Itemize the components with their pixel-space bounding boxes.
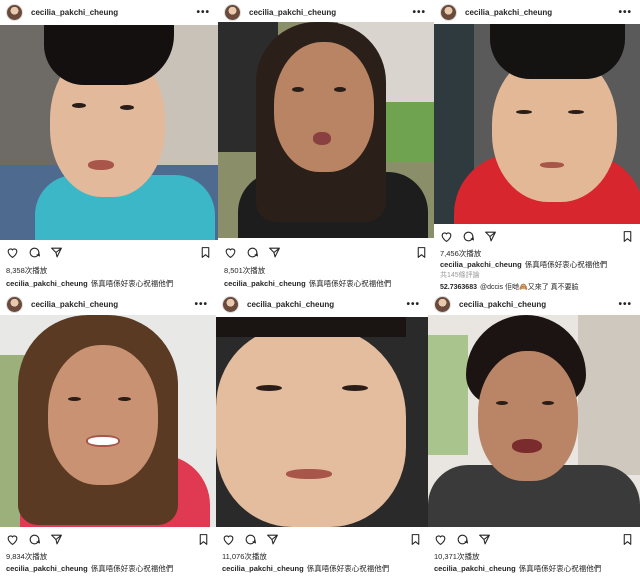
- bookmark-icon[interactable]: [621, 230, 634, 243]
- post-grid: cecilia_pakchi_cheung ••• 8,358次播放 cecil…: [0, 0, 640, 581]
- avatar[interactable]: [440, 3, 457, 21]
- view-count: 8,501次播放: [224, 266, 266, 275]
- more-options-icon[interactable]: •••: [196, 7, 210, 18]
- post-username[interactable]: cecilia_pakchi_cheung: [31, 8, 118, 17]
- caption-username[interactable]: cecilia_pakchi_cheung: [434, 564, 516, 573]
- comment-icon[interactable]: [28, 533, 41, 546]
- post-header: cecilia_pakchi_cheung •••: [0, 0, 218, 24]
- action-bar: [0, 244, 218, 260]
- view-count: 9,834次播放: [6, 552, 48, 561]
- view-all-comments-link[interactable]: 共145條評論: [440, 270, 480, 280]
- action-bar: [434, 228, 640, 244]
- post-card: cecilia_pakchi_cheung ••• 11,076次播放 ceci…: [216, 292, 428, 581]
- post-photo[interactable]: [428, 315, 640, 527]
- share-icon[interactable]: [266, 533, 279, 546]
- caption-text: 係真唔係好衷心祝福他們: [308, 279, 392, 288]
- caption-username[interactable]: cecilia_pakchi_cheung: [440, 260, 522, 269]
- post-caption: cecilia_pakchi_cheung 係真唔係好衷心祝福他們: [6, 278, 212, 289]
- caption-username[interactable]: cecilia_pakchi_cheung: [224, 279, 306, 288]
- view-count: 10,371次播放: [434, 552, 480, 561]
- post-card: cecilia_pakchi_cheung ••• 8,501次播放 cecil…: [218, 0, 434, 290]
- more-options-icon[interactable]: •••: [406, 299, 420, 310]
- post-photo[interactable]: [216, 317, 428, 527]
- heart-icon[interactable]: [434, 533, 447, 546]
- action-bar: [428, 531, 640, 547]
- post-username[interactable]: cecilia_pakchi_cheung: [465, 8, 552, 17]
- comment-icon[interactable]: [28, 246, 41, 259]
- bookmark-icon[interactable]: [415, 246, 428, 259]
- avatar[interactable]: [6, 295, 23, 313]
- post-card: cecilia_pakchi_cheung ••• 10,371次播放 ceci…: [428, 292, 640, 581]
- caption-username[interactable]: cecilia_pakchi_cheung: [222, 564, 304, 573]
- post-header: cecilia_pakchi_cheung •••: [216, 292, 428, 316]
- caption-username[interactable]: cecilia_pakchi_cheung: [6, 279, 88, 288]
- post-header: cecilia_pakchi_cheung •••: [434, 0, 640, 24]
- heart-icon[interactable]: [6, 533, 19, 546]
- heart-icon[interactable]: [224, 246, 237, 259]
- post-photo[interactable]: [0, 25, 218, 240]
- bookmark-icon[interactable]: [199, 246, 212, 259]
- comment-icon[interactable]: [456, 533, 469, 546]
- share-icon[interactable]: [50, 533, 63, 546]
- heart-icon[interactable]: [440, 230, 453, 243]
- share-icon[interactable]: [268, 246, 281, 259]
- view-count: 11,076次播放: [222, 552, 267, 561]
- more-options-icon[interactable]: •••: [618, 299, 632, 310]
- more-options-icon[interactable]: •••: [194, 299, 208, 310]
- action-bar: [0, 531, 216, 547]
- post-caption: cecilia_pakchi_cheung 係真唔係好衷心祝福他們: [224, 278, 428, 289]
- post-header: cecilia_pakchi_cheung •••: [428, 292, 640, 316]
- avatar[interactable]: [6, 3, 23, 21]
- bookmark-icon[interactable]: [409, 533, 422, 546]
- post-card: cecilia_pakchi_cheung ••• 7,456次播放 cecil…: [434, 0, 640, 296]
- post-header: cecilia_pakchi_cheung •••: [0, 292, 216, 316]
- post-caption: cecilia_pakchi_cheung 係真唔係好衷心祝福他們: [6, 563, 210, 574]
- comment-icon[interactable]: [246, 246, 259, 259]
- comment-icon[interactable]: [244, 533, 257, 546]
- avatar[interactable]: [434, 295, 451, 313]
- post-username[interactable]: cecilia_pakchi_cheung: [249, 8, 336, 17]
- post-photo[interactable]: [0, 315, 216, 527]
- avatar[interactable]: [224, 3, 241, 21]
- post-username[interactable]: cecilia_pakchi_cheung: [247, 300, 334, 309]
- caption-text: 係真唔係好衷心祝福他們: [306, 564, 390, 573]
- post-card: cecilia_pakchi_cheung ••• 8,358次播放 cecil…: [0, 0, 218, 290]
- caption-username[interactable]: cecilia_pakchi_cheung: [6, 564, 88, 573]
- caption-text: 係真唔係好衷心祝福他們: [90, 279, 174, 288]
- share-icon[interactable]: [478, 533, 491, 546]
- bookmark-icon[interactable]: [197, 533, 210, 546]
- more-options-icon[interactable]: •••: [618, 7, 632, 18]
- caption-text: 係真唔係好衷心祝福他們: [518, 564, 602, 573]
- action-bar: [216, 531, 428, 547]
- caption-text: 係真唔係好衷心祝福他們: [524, 260, 608, 269]
- caption-text: 係真唔係好衷心祝福他們: [90, 564, 174, 573]
- heart-icon[interactable]: [222, 533, 235, 546]
- heart-icon[interactable]: [6, 246, 19, 259]
- post-photo[interactable]: [218, 22, 434, 238]
- share-icon[interactable]: [484, 230, 497, 243]
- more-options-icon[interactable]: •••: [412, 7, 426, 18]
- comment-username[interactable]: 52.7363683: [440, 284, 477, 291]
- post-caption: cecilia_pakchi_cheung 係真唔係好衷心祝福他們: [434, 563, 634, 574]
- comment-text: @dccis 佢哋🙈又來了 真不要臉: [479, 284, 579, 291]
- post-header: cecilia_pakchi_cheung •••: [218, 0, 434, 24]
- share-icon[interactable]: [50, 246, 63, 259]
- avatar[interactable]: [222, 295, 239, 313]
- post-username[interactable]: cecilia_pakchi_cheung: [31, 300, 118, 309]
- post-caption: cecilia_pakchi_cheung 係真唔係好衷心祝福他們: [440, 259, 634, 270]
- action-bar: [218, 244, 434, 260]
- view-count: 7,456次播放: [440, 249, 482, 258]
- post-caption: cecilia_pakchi_cheung 係真唔係好衷心祝福他們: [222, 563, 422, 574]
- post-photo[interactable]: [434, 24, 640, 224]
- comment-icon[interactable]: [462, 230, 475, 243]
- bookmark-icon[interactable]: [621, 533, 634, 546]
- view-count: 8,358次播放: [6, 266, 48, 275]
- comment: 52.7363683 @dccis 佢哋🙈又來了 真不要臉: [440, 282, 634, 292]
- post-card: cecilia_pakchi_cheung ••• 9,834次播放 cecil…: [0, 292, 216, 581]
- post-username[interactable]: cecilia_pakchi_cheung: [459, 300, 546, 309]
